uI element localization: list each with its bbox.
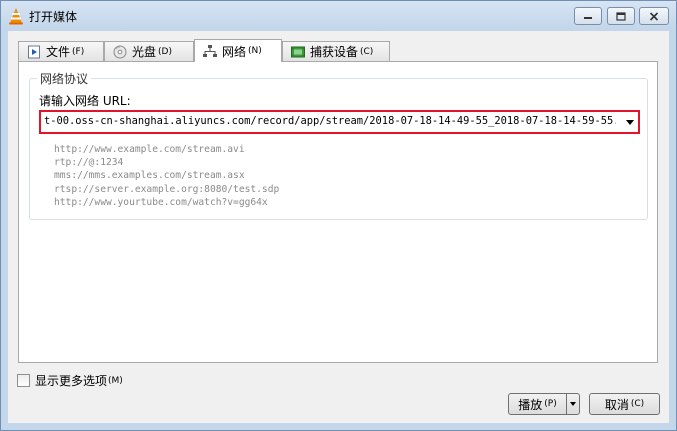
file-play-icon [28, 45, 40, 58]
url-input[interactable]: t-00.oss-cn-shanghai.aliyuncs.com/record… [44, 115, 616, 127]
url-examples: http://www.example.com/stream.avi rtp://… [54, 143, 279, 209]
minimize-icon [584, 17, 592, 19]
play-label: 播放 [518, 397, 543, 412]
network-icon [203, 45, 217, 57]
group-title: 网络协议 [37, 70, 92, 87]
network-tab-panel: 网络协议 请输入网络 URL: t-00.oss-cn-shanghai.ali… [18, 61, 658, 363]
tab-capture-device-shortcut: (C) [360, 46, 374, 57]
play-button[interactable]: 播放 (P) [508, 393, 567, 415]
chevron-down-icon [570, 402, 576, 406]
tab-capture-device-label: 捕获设备 [310, 45, 359, 59]
tab-network-label: 网络 [222, 44, 247, 59]
cancel-button[interactable]: 取消 (C) [589, 393, 660, 415]
tab-file-label: 文件 [46, 45, 71, 59]
more-options-checkbox[interactable] [17, 374, 30, 387]
title-bar[interactable]: 打开媒体 [1, 1, 676, 31]
dropdown-arrow-icon[interactable] [626, 120, 634, 125]
play-dropdown-button[interactable] [566, 393, 580, 415]
close-icon [649, 11, 659, 21]
url-label: 请输入网络 URL: [39, 94, 131, 108]
example-url: http://www.example.com/stream.avi [54, 144, 245, 155]
tab-disc[interactable]: 光盘 (D) [104, 41, 194, 61]
tab-capture-device[interactable]: 捕获设备 (C) [282, 41, 390, 61]
tab-network[interactable]: 网络 (N) [194, 39, 282, 62]
capture-device-icon [291, 46, 305, 57]
maximize-button[interactable] [607, 7, 635, 25]
example-url: http://www.yourtube.com/watch?v=gg64x [54, 196, 268, 208]
cancel-label: 取消 [604, 397, 629, 412]
vlc-cone-icon [9, 8, 23, 25]
open-media-dialog: 打开媒体 文件 (F) 光盘 (D) 网络 (N) 捕获设备 (C) 网络协议 … [0, 0, 677, 431]
minimize-button[interactable] [574, 7, 602, 25]
tab-file-shortcut: (F) [72, 46, 85, 57]
network-protocol-group: 网络协议 请输入网络 URL: t-00.oss-cn-shanghai.ali… [29, 70, 648, 220]
example-url: mms://mms.examples.com/stream.asx [54, 170, 245, 182]
maximize-icon [616, 11, 626, 21]
tab-disc-label: 光盘 [132, 45, 157, 59]
url-combobox[interactable]: t-00.oss-cn-shanghai.aliyuncs.com/record… [39, 110, 640, 134]
tab-network-shortcut: (N) [248, 46, 262, 56]
close-button[interactable] [639, 7, 669, 25]
example-url: rtsp://server.example.org:8080/test.sdp [54, 183, 280, 195]
example-url: rtp://@:1234 [54, 157, 124, 169]
play-shortcut: (P) [544, 399, 557, 409]
window-title: 打开媒体 [29, 10, 78, 24]
cancel-shortcut: (C) [630, 399, 645, 409]
dialog-body: 文件 (F) 光盘 (D) 网络 (N) 捕获设备 (C) 网络协议 请输入网络… [8, 31, 669, 423]
tab-file[interactable]: 文件 (F) [18, 41, 104, 61]
more-options-label: 显示更多选项 [35, 374, 108, 388]
more-options-toggle[interactable]: 显示更多选项 (M) [17, 372, 123, 389]
more-options-shortcut: (M) [108, 375, 123, 386]
tab-disc-shortcut: (D) [158, 46, 172, 57]
disc-icon [113, 45, 127, 58]
